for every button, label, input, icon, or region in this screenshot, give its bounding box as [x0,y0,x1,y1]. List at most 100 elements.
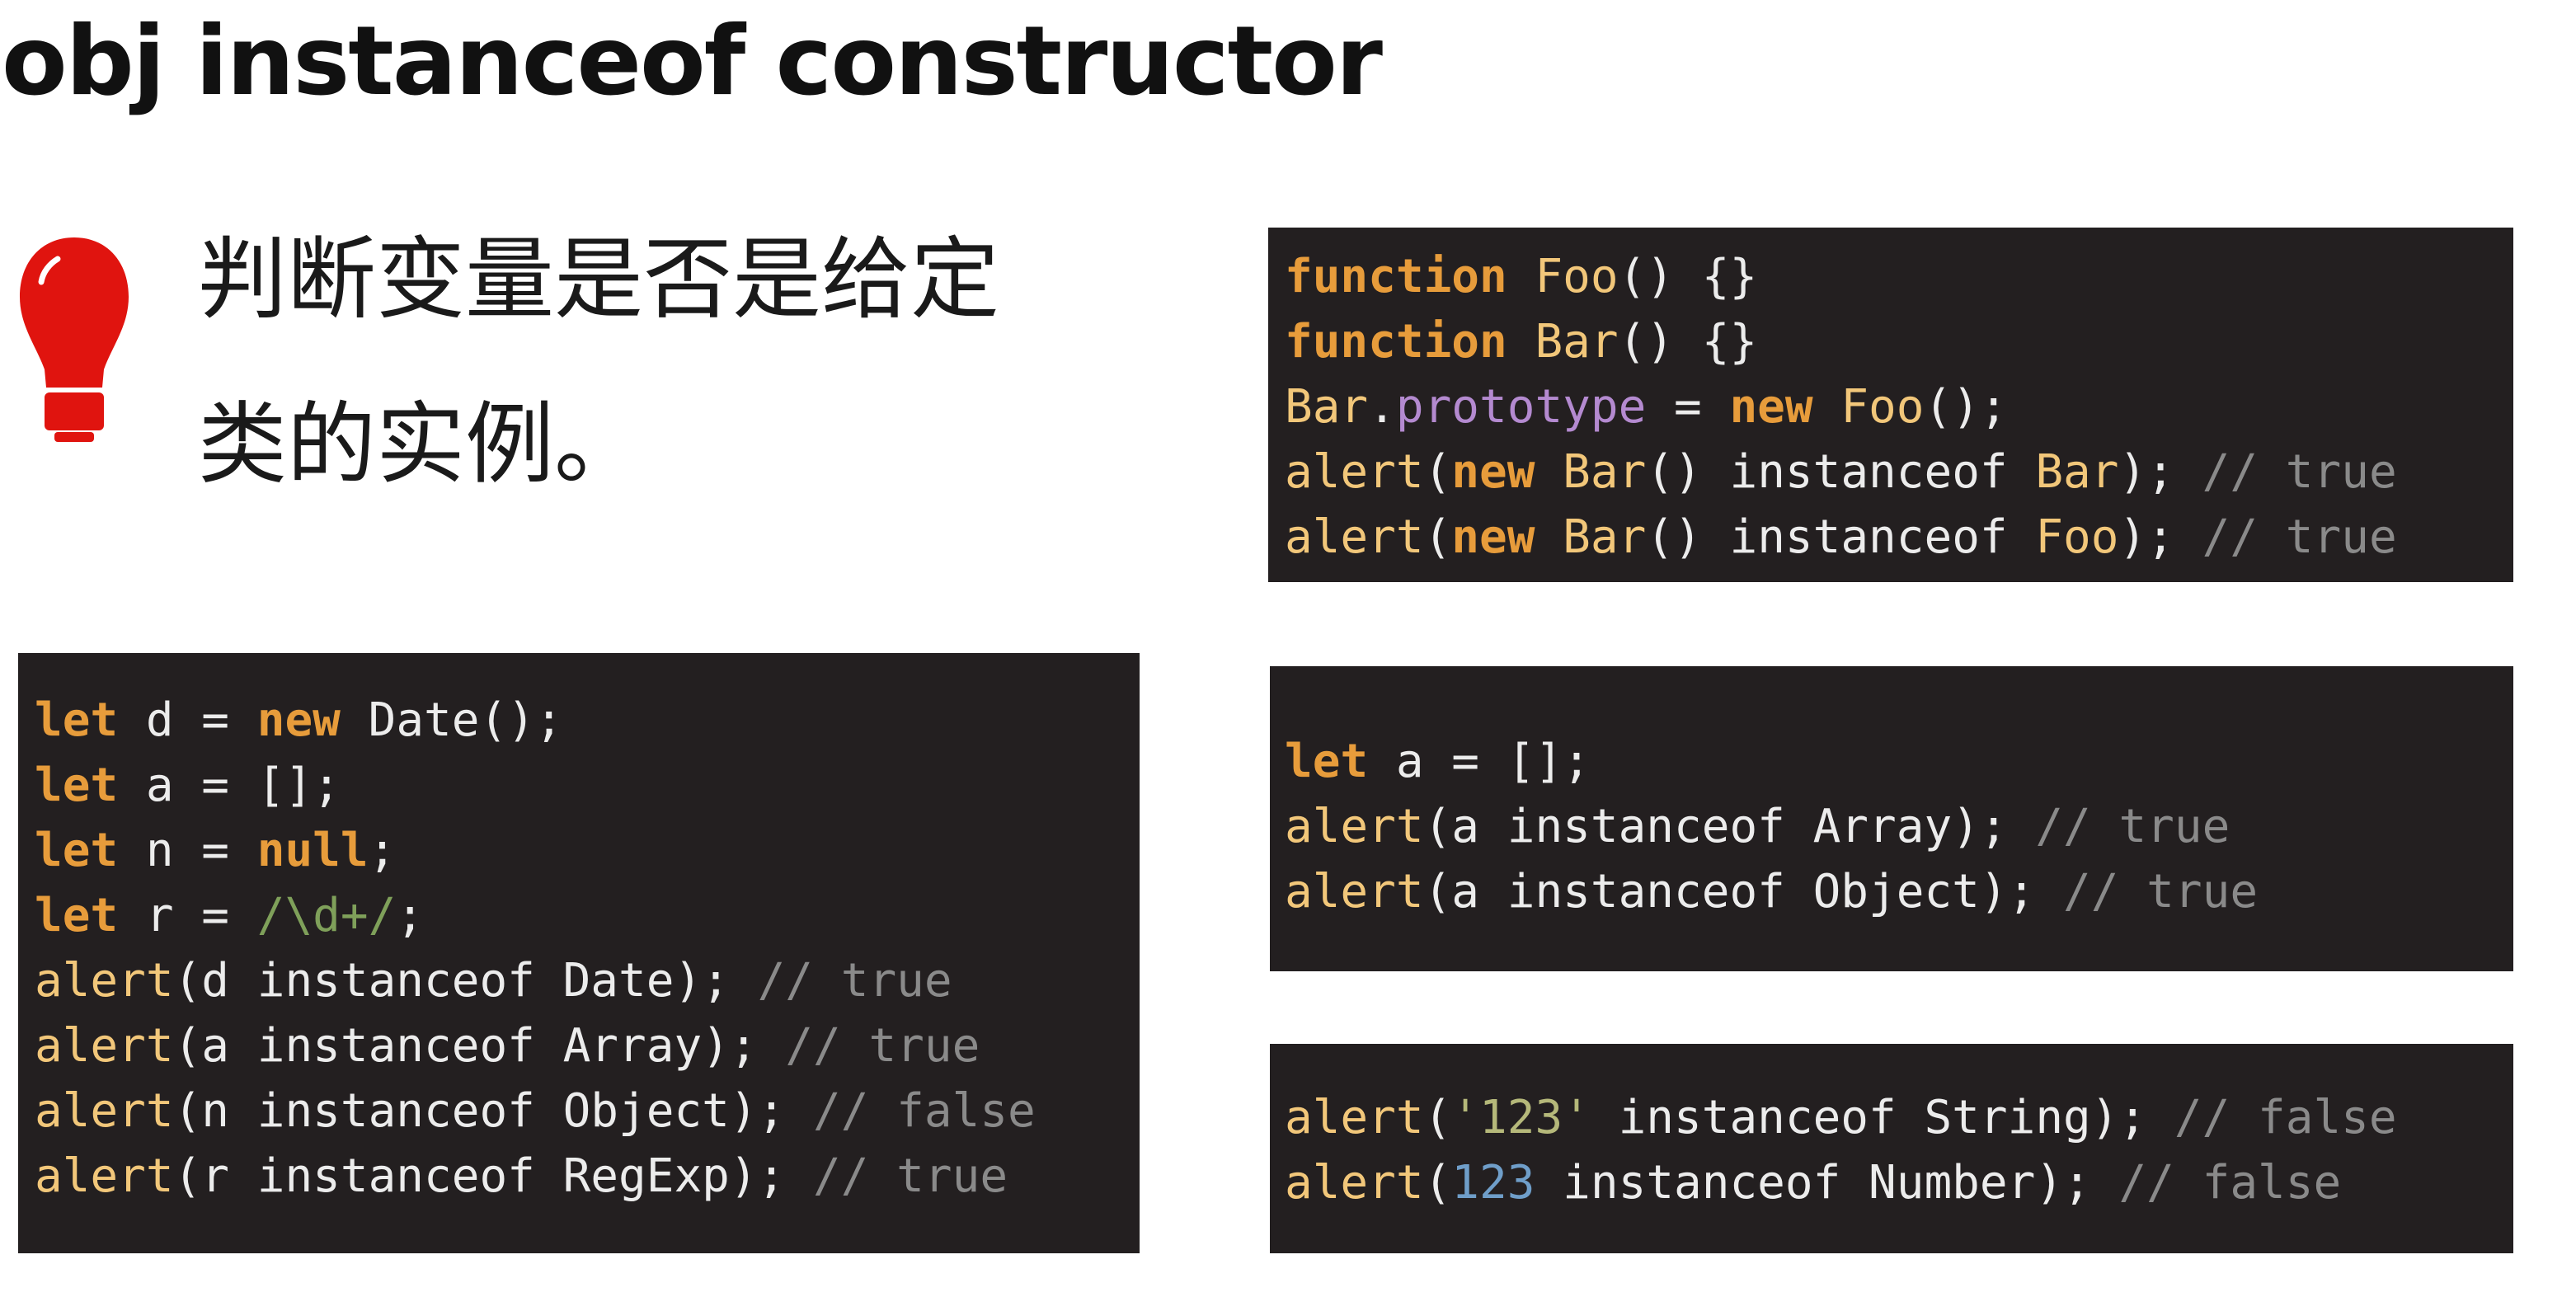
code-token-plain: a = []; [1368,735,1591,788]
code-token-plain: ); [2118,510,2202,564]
description-line-1: 判断变量是否是给定 [198,228,1000,331]
code-token-fn: alert [1285,1156,1424,1210]
code-token-cls: Bar [1285,380,1369,434]
code-token-plain: () {} [1618,315,1758,369]
code-token-str: '123' [1451,1091,1591,1144]
code-token-plain: ); [2118,445,2202,499]
code-token-cmt: // false [2118,1156,2342,1210]
code-token-plain: (a instanceof Array); [1423,800,2036,853]
code-token-plain: () instanceof [1646,510,2036,564]
code-token-re: /\d+/ [256,889,397,942]
code-token-plain: ( [1423,1156,1452,1210]
code-line: alert(r instanceof RegExp); // true [35,1144,1140,1209]
code-token-kw: null [256,824,369,877]
code-token-cls: Bar [1563,510,1647,564]
code-line: alert(123 instanceof Number); // false [1285,1150,2513,1215]
code-token-cls: Foo [1840,380,1925,434]
code-token-fn: alert [1285,510,1424,564]
code-token-plain: (a instanceof Object); [1423,865,2064,919]
code-token-kw: new [1729,380,1813,434]
code-token-fn: alert [35,1149,174,1203]
code-line: let a = []; [1285,729,2513,794]
code-token-plain: (n instanceof Object); [173,1084,814,1138]
code-token-kw: function [1285,315,1507,369]
code-token-fn: Foo [1535,250,1619,303]
code-token-cls: Bar [1563,445,1647,499]
code-line: Bar.prototype = new Foo(); [1285,374,2513,439]
code-line: alert('123' instanceof String); // false [1285,1085,2513,1150]
code-block-primitive: alert('123' instanceof String); // false… [1270,1044,2513,1253]
code-line: function Foo() {} [1285,244,2513,309]
code-token-cmt: // true [785,1019,980,1073]
code-token-plain: a = []; [118,759,341,812]
code-line: alert(a instanceof Array); // true [35,1013,1140,1078]
code-token-plain: d = [118,693,257,747]
code-token-cls: Bar [2035,445,2119,499]
code-token-plain: . [1368,380,1396,434]
code-line: alert(n instanceof Object); // false [35,1078,1140,1144]
code-token-kw: let [35,824,119,877]
code-token-fn: alert [1285,865,1424,919]
code-token-plain: (); [1924,380,2008,434]
code-line: let n = null; [35,818,1140,883]
code-token-plain: ( [1423,1091,1452,1144]
code-token-fn: alert [35,954,174,1008]
code-token-prop: prototype [1395,380,1647,434]
code-token-plain: instanceof String); [1590,1091,2174,1144]
code-token-kw: let [1285,735,1369,788]
slide-title: obj instanceof constructor [2,6,1383,117]
code-token-plain: r = [118,889,257,942]
code-token-plain: n = [118,824,257,877]
code-token-cmt: // true [2063,865,2259,919]
code-token-plain: = [1646,380,1730,434]
code-line: let d = new Date(); [35,688,1140,753]
code-token-plain: ( [1423,510,1452,564]
code-token-plain: ; [368,824,397,877]
code-token-cmt: // true [2035,800,2230,853]
code-line: alert(d instanceof Date); // true [35,948,1140,1013]
code-line: let a = []; [35,753,1140,818]
code-token-plain: instanceof Number); [1535,1156,2119,1210]
code-token-fn: alert [35,1019,174,1073]
code-token-plain: ; [396,889,425,942]
code-line: alert(a instanceof Array); // true [1285,794,2513,859]
code-token-cmt: // false [813,1084,1036,1138]
code-token-kw: let [35,889,119,942]
code-token-fn: Bar [1535,315,1619,369]
code-token-kw: let [35,693,119,747]
code-token-plain: ( [1423,445,1452,499]
code-token-cmt: // true [757,954,952,1008]
code-token-num: 123 [1451,1156,1535,1210]
description: 判断变量是否是给定 类的实例。 [198,198,1072,528]
code-token-plain: (r instanceof RegExp); [173,1149,814,1203]
code-token-fn: alert [1285,800,1424,853]
code-line: function Bar() {} [1285,309,2513,374]
code-token-plain: (d instanceof Date); [173,954,758,1008]
code-line: let r = /\d+/; [35,883,1140,948]
code-token-fn: alert [35,1084,174,1138]
code-token-kw: new [1451,510,1535,564]
code-line: alert(new Bar() instanceof Foo); // true [1285,505,2513,570]
code-block-prototype: function Foo() {} function Bar() {} Bar.pr… [1268,228,2513,582]
code-token-plain: Date(); [340,693,563,747]
code-token-cmt: // true [2202,510,2397,564]
code-token-kw: new [256,693,341,747]
code-line: alert(a instanceof Object); // true [1285,859,2513,924]
code-token-kw: function [1285,250,1507,303]
code-token-plain: (a instanceof Array); [173,1019,786,1073]
code-token-fn: alert [1285,445,1424,499]
code-token-kw: let [35,759,119,812]
code-block-left: let d = new Date(); let a = []; let n = nu… [18,653,1140,1253]
code-token-plain: () {} [1618,250,1758,303]
code-token-cmt: // true [813,1149,1008,1203]
code-block-array: let a = []; alert(a instanceof Array); //… [1270,666,2513,971]
code-token-cmt: // false [2174,1091,2397,1144]
lightbulb-icon [20,237,129,442]
code-token-cmt: // true [2202,445,2397,499]
code-token-kw: new [1451,445,1535,499]
code-token-plain: () instanceof [1646,445,2036,499]
description-line-2: 类的实例。 [198,393,644,496]
